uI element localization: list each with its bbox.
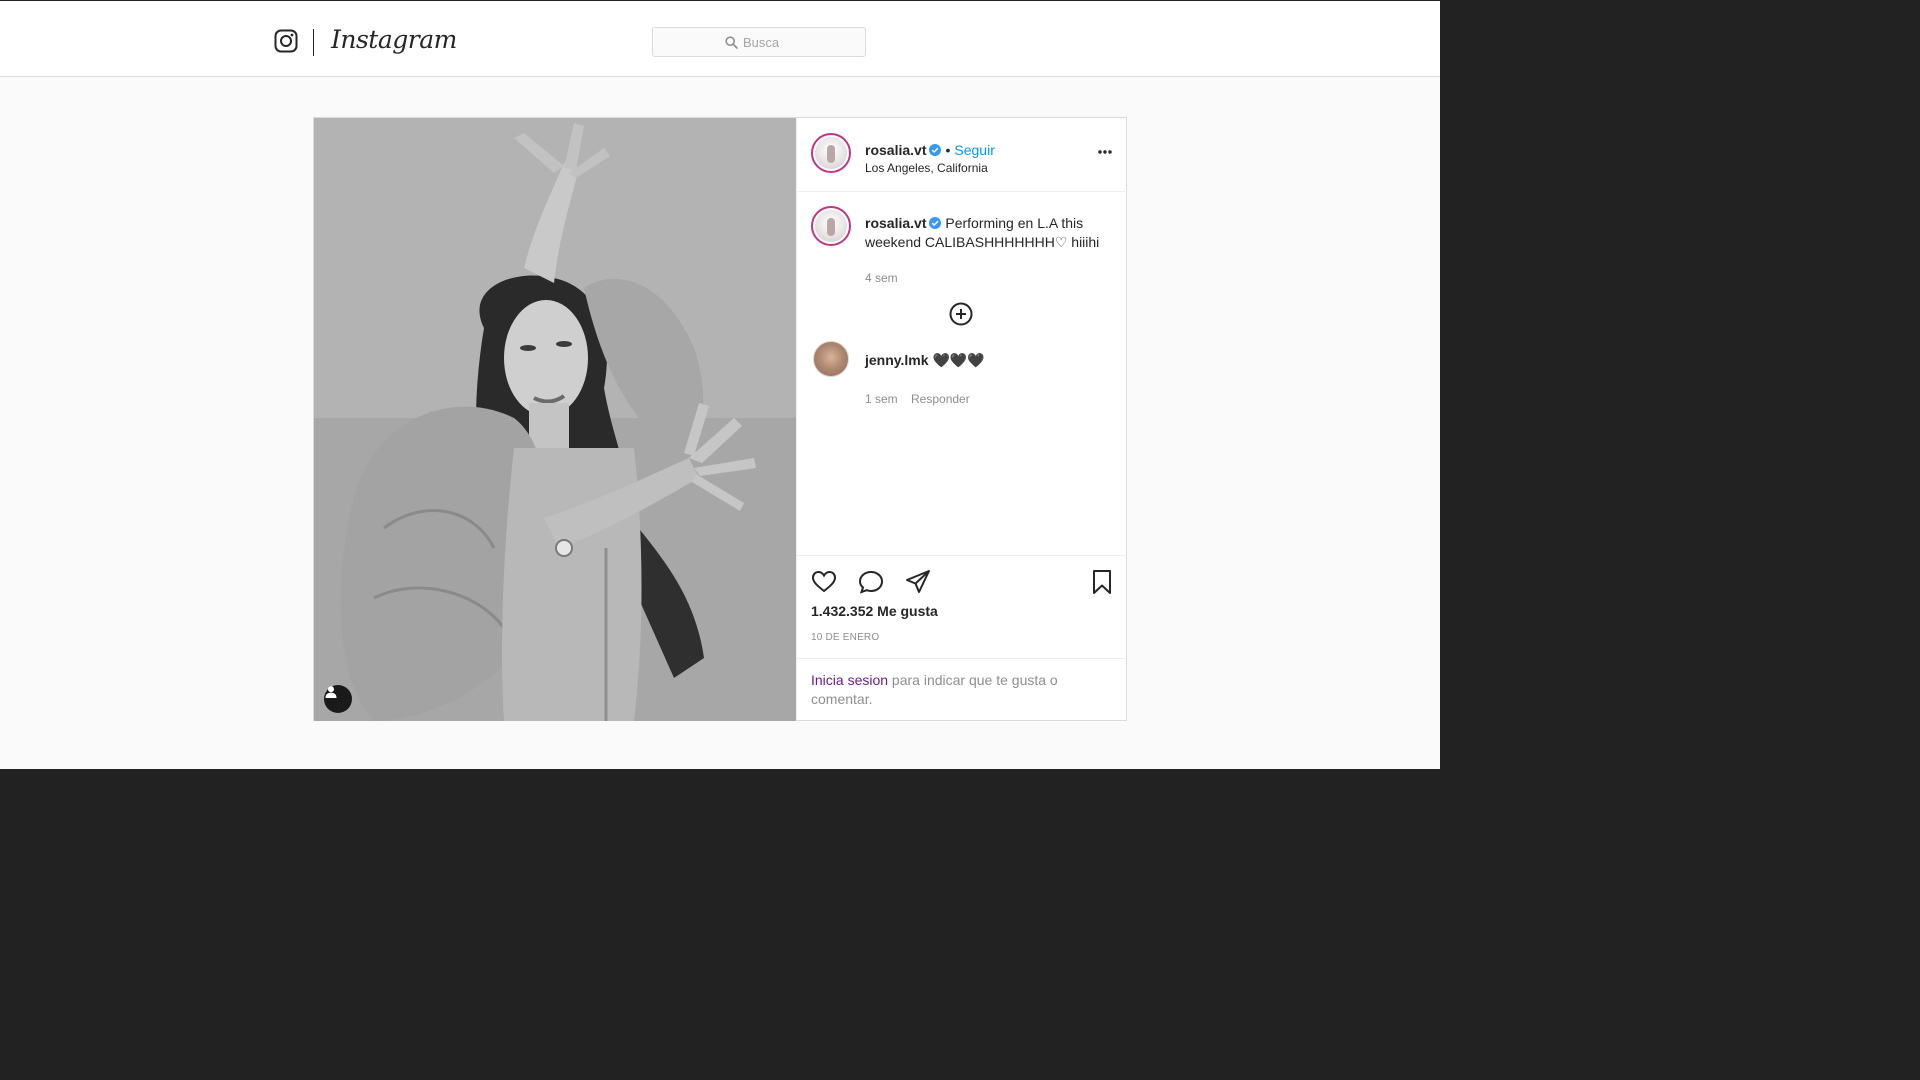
verified-badge-icon <box>929 144 942 156</box>
bookmark-icon[interactable] <box>1089 569 1115 595</box>
commenter-avatar[interactable] <box>813 341 849 377</box>
login-link[interactable]: Inicia sesion <box>811 672 888 688</box>
user-tag-icon <box>325 686 337 698</box>
author-avatar[interactable] <box>811 133 851 173</box>
comment-text: 🖤🖤🖤 <box>932 352 985 368</box>
verified-badge-icon <box>929 217 942 229</box>
top-navigation-bar: Instagram <box>0 0 1440 77</box>
author-username[interactable]: rosalia.vt <box>865 142 926 158</box>
comment-icon[interactable] <box>858 569 884 595</box>
likes-count[interactable]: 1.432.352 Me gusta <box>811 603 938 619</box>
photo-illustration <box>314 118 796 721</box>
caption: rosalia.vt Performing en L.A this weeken… <box>865 214 1115 252</box>
heart-icon[interactable] <box>811 569 837 595</box>
instagram-page: Instagram Busca rosalia.vt • Seguir Los … <box>0 0 1440 769</box>
caption-time[interactable]: 4 sem <box>865 271 898 285</box>
login-prompt: Inicia sesion para indicar que te gusta … <box>797 658 1128 722</box>
comment-time[interactable]: 1 sem <box>865 392 898 406</box>
search-input[interactable] <box>743 32 853 52</box>
more-options-icon[interactable] <box>1097 148 1113 156</box>
post-location[interactable]: Los Angeles, California <box>865 161 988 175</box>
search-icon <box>725 36 738 49</box>
post-side-panel: rosalia.vt • Seguir Los Angeles, Californi… <box>796 118 1128 721</box>
post-photo[interactable] <box>314 118 796 721</box>
share-icon[interactable] <box>905 569 931 595</box>
post-date[interactable]: 10 DE ENERO <box>811 632 879 643</box>
caption-username[interactable]: rosalia.vt <box>865 215 926 231</box>
author-line: rosalia.vt • Seguir <box>865 142 995 158</box>
follow-button[interactable]: Seguir <box>954 142 994 158</box>
user-tag-button[interactable] <box>324 685 352 713</box>
instagram-wordmark[interactable]: Instagram <box>331 25 457 54</box>
instagram-camera-icon[interactable] <box>274 29 298 53</box>
comment-item: jenny.lmk 🖤🖤🖤 <box>865 352 985 369</box>
separator-dot: • <box>945 142 951 158</box>
login-prompt-text: Inicia sesion para indicar que te gusta … <box>811 671 1111 709</box>
brand-divider <box>313 29 314 56</box>
comments-section: rosalia.vt Performing en L.A this weeken… <box>797 192 1128 562</box>
plus-circle-icon[interactable] <box>949 302 973 326</box>
post-actions: 1.432.352 Me gusta 10 DE ENERO Inicia se… <box>797 555 1128 721</box>
post-card: rosalia.vt • Seguir Los Angeles, Californi… <box>313 117 1128 721</box>
caption-avatar[interactable] <box>811 206 851 246</box>
search-box[interactable] <box>652 27 866 57</box>
comment-username[interactable]: jenny.lmk <box>865 352 929 368</box>
post-header: rosalia.vt • Seguir Los Angeles, Californi… <box>797 118 1128 192</box>
reply-button[interactable]: Responder <box>911 392 970 406</box>
